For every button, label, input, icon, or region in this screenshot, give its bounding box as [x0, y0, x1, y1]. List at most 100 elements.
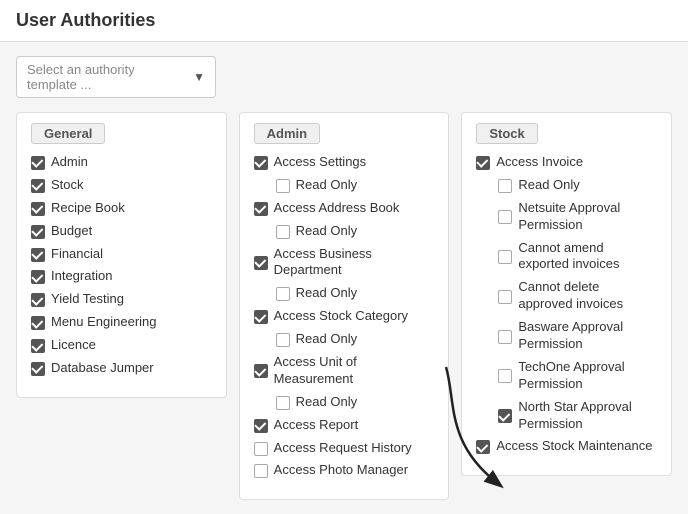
checkbox[interactable]: [254, 419, 268, 433]
checkbox[interactable]: [254, 256, 268, 270]
list-item: Cannot delete approved invoices: [498, 279, 657, 313]
checkbox[interactable]: [31, 202, 45, 216]
item-label: Integration: [51, 268, 112, 285]
list-item: Cannot amend exported invoices: [498, 240, 657, 274]
list-item: Netsuite Approval Permission: [498, 200, 657, 234]
item-label: Read Only: [296, 177, 357, 194]
column-header-admin: Admin: [254, 123, 320, 144]
list-item: Integration: [31, 268, 212, 285]
item-label: Access Invoice: [496, 154, 583, 171]
checkbox[interactable]: [254, 156, 268, 170]
item-label: Licence: [51, 337, 96, 354]
checkbox[interactable]: [254, 442, 268, 456]
checkbox[interactable]: [31, 316, 45, 330]
checkbox[interactable]: [31, 362, 45, 376]
checkbox[interactable]: [498, 179, 512, 193]
list-item: North Star Approval Permission: [498, 399, 657, 433]
list-item: Menu Engineering: [31, 314, 212, 331]
list-item: Access Invoice: [476, 154, 657, 171]
checkbox[interactable]: [254, 464, 268, 478]
list-item: Read Only: [276, 177, 435, 194]
template-select-placeholder: Select an authority template ...: [27, 62, 185, 92]
checkbox[interactable]: [498, 290, 512, 304]
item-label: Access Report: [274, 417, 359, 434]
list-item: Access Stock Category: [254, 308, 435, 325]
checkbox[interactable]: [498, 250, 512, 264]
list-item: Read Only: [498, 177, 657, 194]
checkbox[interactable]: [498, 369, 512, 383]
item-label: Read Only: [296, 331, 357, 348]
checkbox[interactable]: [254, 202, 268, 216]
checkbox[interactable]: [254, 364, 268, 378]
checkbox[interactable]: [476, 440, 490, 454]
checkbox[interactable]: [31, 156, 45, 170]
item-label: Access Stock Maintenance: [496, 438, 652, 455]
checkbox[interactable]: [31, 270, 45, 284]
checkbox[interactable]: [31, 248, 45, 262]
item-label: Read Only: [296, 223, 357, 240]
list-item: Recipe Book: [31, 200, 212, 217]
item-label: Yield Testing: [51, 291, 124, 308]
list-item: Read Only: [276, 331, 435, 348]
item-label: Admin: [51, 154, 88, 171]
checkbox[interactable]: [498, 330, 512, 344]
item-label: Financial: [51, 246, 103, 263]
item-label: Recipe Book: [51, 200, 125, 217]
item-label: Menu Engineering: [51, 314, 157, 331]
item-label: Access Address Book: [274, 200, 400, 217]
list-item: Access Photo Manager: [254, 462, 435, 479]
checkbox[interactable]: [476, 156, 490, 170]
item-label: Access Photo Manager: [274, 462, 408, 479]
template-select-dropdown[interactable]: Select an authority template ... ▼: [16, 56, 216, 98]
list-item: Admin: [31, 154, 212, 171]
chevron-down-icon: ▼: [193, 70, 205, 84]
checkbox[interactable]: [276, 287, 290, 301]
item-label: Read Only: [296, 285, 357, 302]
column-general: GeneralAdminStockRecipe BookBudgetFinanc…: [16, 112, 227, 398]
checkbox[interactable]: [31, 179, 45, 193]
item-label: Read Only: [518, 177, 579, 194]
checkbox[interactable]: [498, 409, 512, 423]
list-item: Access Stock Maintenance: [476, 438, 657, 455]
checkbox[interactable]: [276, 225, 290, 239]
item-label: Stock: [51, 177, 84, 194]
columns-wrapper: GeneralAdminStockRecipe BookBudgetFinanc…: [16, 112, 672, 500]
item-label: Access Settings: [274, 154, 367, 171]
column-stock: Stock Access Invoice Read Only Netsuite App…: [461, 112, 672, 476]
item-label: Access Stock Category: [274, 308, 408, 325]
item-label: Cannot amend exported invoices: [518, 240, 657, 274]
list-item: Access Address Book: [254, 200, 435, 217]
list-item: Read Only: [276, 285, 435, 302]
page-header: User Authorities: [0, 0, 688, 42]
column-header-stock: Stock: [476, 123, 537, 144]
item-label: Access Request History: [274, 440, 412, 457]
list-item: Basware Approval Permission: [498, 319, 657, 353]
authority-template-row: Select an authority template ... ▼: [16, 56, 672, 98]
list-item: Database Jumper: [31, 360, 212, 377]
checkbox[interactable]: [276, 179, 290, 193]
item-label: Basware Approval Permission: [518, 319, 657, 353]
checkbox[interactable]: [31, 339, 45, 353]
item-label: Cannot delete approved invoices: [518, 279, 657, 313]
checkbox[interactable]: [498, 210, 512, 224]
list-item: Read Only: [276, 394, 435, 411]
list-item: Access Settings: [254, 154, 435, 171]
item-label: Read Only: [296, 394, 357, 411]
item-label: Access Business Department: [274, 246, 435, 280]
list-item: TechOne Approval Permission: [498, 359, 657, 393]
list-item: Access Unit of Measurement: [254, 354, 435, 388]
item-label: Netsuite Approval Permission: [518, 200, 657, 234]
list-item: Yield Testing: [31, 291, 212, 308]
checkbox[interactable]: [31, 225, 45, 239]
checkbox[interactable]: [276, 396, 290, 410]
checkbox[interactable]: [254, 310, 268, 324]
list-item: Access Business Department: [254, 246, 435, 280]
checkbox[interactable]: [31, 293, 45, 307]
list-item: Access Report: [254, 417, 435, 434]
list-item: Financial: [31, 246, 212, 263]
list-item: Licence: [31, 337, 212, 354]
page-title: User Authorities: [16, 10, 155, 30]
item-label: Database Jumper: [51, 360, 154, 377]
checkbox[interactable]: [276, 333, 290, 347]
list-item: Budget: [31, 223, 212, 240]
